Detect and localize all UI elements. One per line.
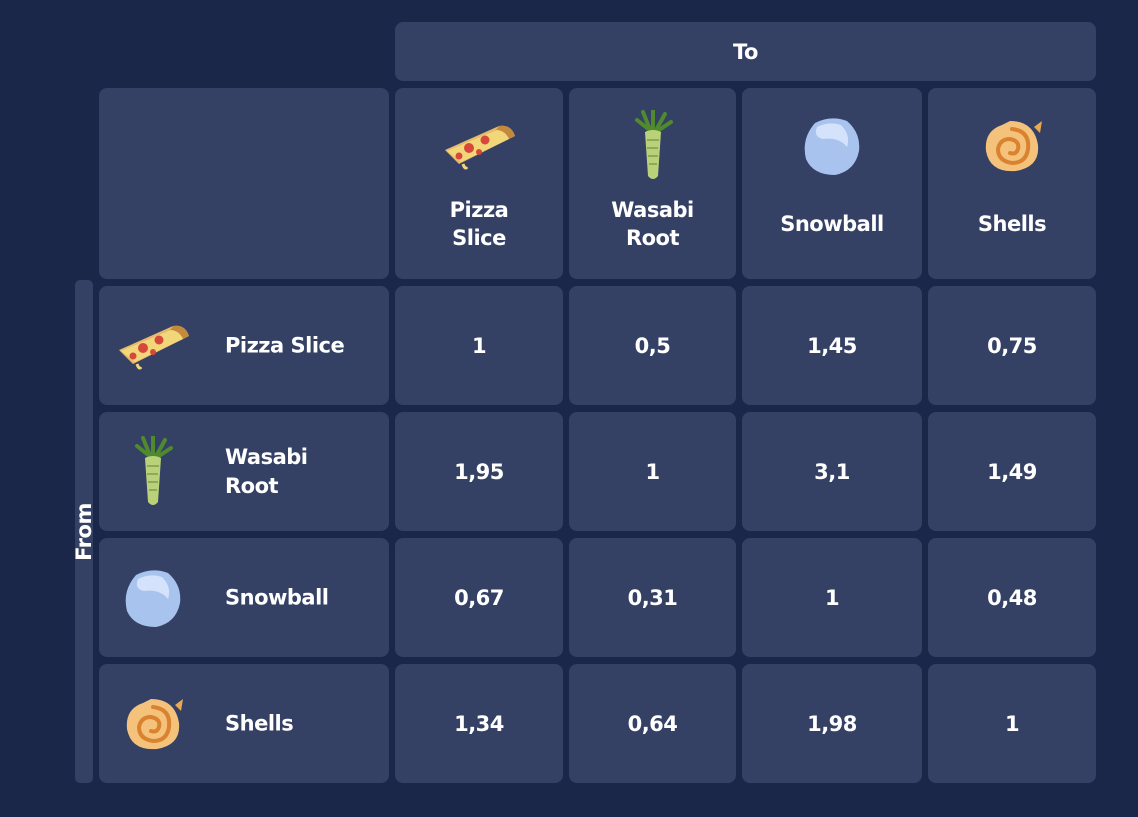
column-label-wasabi: Wasabi Root [569, 196, 736, 252]
column-label-snowball-line: Snowball [780, 212, 884, 236]
rate-cell-shells-to-wasabi: 0,64 [569, 664, 736, 783]
rate-cell-snowball-to-shells: 0,48 [928, 538, 1096, 657]
rate-cell-wasabi-to-snowball: 3,1 [742, 412, 922, 531]
row-label-shells: Shells [225, 709, 365, 738]
rate-cell-shells-to-shells: 1 [928, 664, 1096, 783]
rate-value: 0,31 [627, 585, 678, 610]
rate-cell-shells-to-snowball: 1,98 [742, 664, 922, 783]
row-header-shells: Shells [99, 664, 389, 783]
rate-cell-wasabi-to-pizza: 1,95 [395, 412, 563, 531]
column-label-wasabi-line: Root [625, 226, 680, 250]
rate-value: 0,75 [987, 333, 1037, 358]
rate-value: 1,95 [454, 459, 504, 484]
wasabi-root-icon [131, 436, 175, 508]
rate-cell-pizza-to-shells: 0,75 [928, 286, 1096, 405]
rate-cell-wasabi-to-wasabi: 1 [569, 412, 736, 531]
rate-cell-shells-to-pizza: 1,34 [395, 664, 563, 783]
to-label: To [733, 39, 758, 64]
row-label-snowball-line: Snowball [225, 585, 329, 609]
column-label-pizza: Pizza Slice [395, 196, 563, 252]
column-label-shells-line: Shells [977, 212, 1047, 236]
snowball-icon [801, 115, 863, 177]
column-header-pizza: Pizza Slice [395, 88, 563, 279]
rate-value: 0,5 [634, 333, 671, 358]
row-label-pizza-line: Pizza Slice [225, 333, 345, 357]
rate-value: 1 [1004, 711, 1020, 736]
row-header-snowball: Snowball [99, 538, 389, 657]
rate-value: 0,67 [454, 585, 504, 610]
snowball-icon [122, 567, 184, 629]
row-label-wasabi-line: Root [225, 473, 279, 498]
row-label-pizza: Pizza Slice [225, 331, 365, 360]
row-label-wasabi: Wasabi Root [225, 443, 365, 501]
rate-cell-wasabi-to-shells: 1,49 [928, 412, 1096, 531]
column-header-shells: Shells [928, 88, 1096, 279]
column-label-shells: Shells [928, 210, 1096, 238]
rate-cell-snowball-to-snowball: 1 [742, 538, 922, 657]
corner-cell [99, 88, 389, 279]
rate-value: 1 [471, 333, 487, 358]
column-label-pizza-line: Pizza [449, 198, 509, 222]
rate-value: 1,34 [454, 711, 504, 736]
pizza-slice-icon [113, 320, 193, 372]
rate-value: 1,45 [807, 333, 857, 358]
from-header: From [72, 280, 96, 783]
row-label-snowball: Snowball [225, 583, 365, 612]
column-header-snowball: Snowball [742, 88, 922, 279]
rate-value: 0,64 [627, 711, 678, 736]
rate-cell-pizza-to-pizza: 1 [395, 286, 563, 405]
rate-value: 0,48 [987, 585, 1037, 610]
column-header-wasabi: Wasabi Root [569, 88, 736, 279]
rate-value: 1,98 [807, 711, 857, 736]
row-header-wasabi: Wasabi Root [99, 412, 389, 531]
rate-value: 3,1 [814, 459, 850, 484]
rate-value: 1 [824, 585, 840, 610]
column-label-snowball: Snowball [742, 210, 922, 238]
pizza-slice-icon [439, 120, 519, 172]
rate-value: 1 [645, 459, 660, 484]
column-label-pizza-line: Slice [452, 226, 506, 250]
column-label-wasabi-line: Wasabi [611, 198, 694, 222]
shell-icon [121, 695, 185, 753]
from-label: From [72, 502, 96, 561]
shell-icon [980, 117, 1044, 175]
rate-cell-pizza-to-snowball: 1,45 [742, 286, 922, 405]
wasabi-root-icon [631, 110, 675, 182]
rate-value: 1,49 [987, 459, 1037, 484]
row-label-wasabi-line: Wasabi [225, 444, 308, 469]
rate-cell-snowball-to-wasabi: 0,31 [569, 538, 736, 657]
row-header-pizza: Pizza Slice [99, 286, 389, 405]
rate-cell-snowball-to-pizza: 0,67 [395, 538, 563, 657]
row-label-shells-line: Shells [225, 711, 294, 735]
to-header: To [395, 22, 1096, 81]
rate-cell-pizza-to-wasabi: 0,5 [569, 286, 736, 405]
